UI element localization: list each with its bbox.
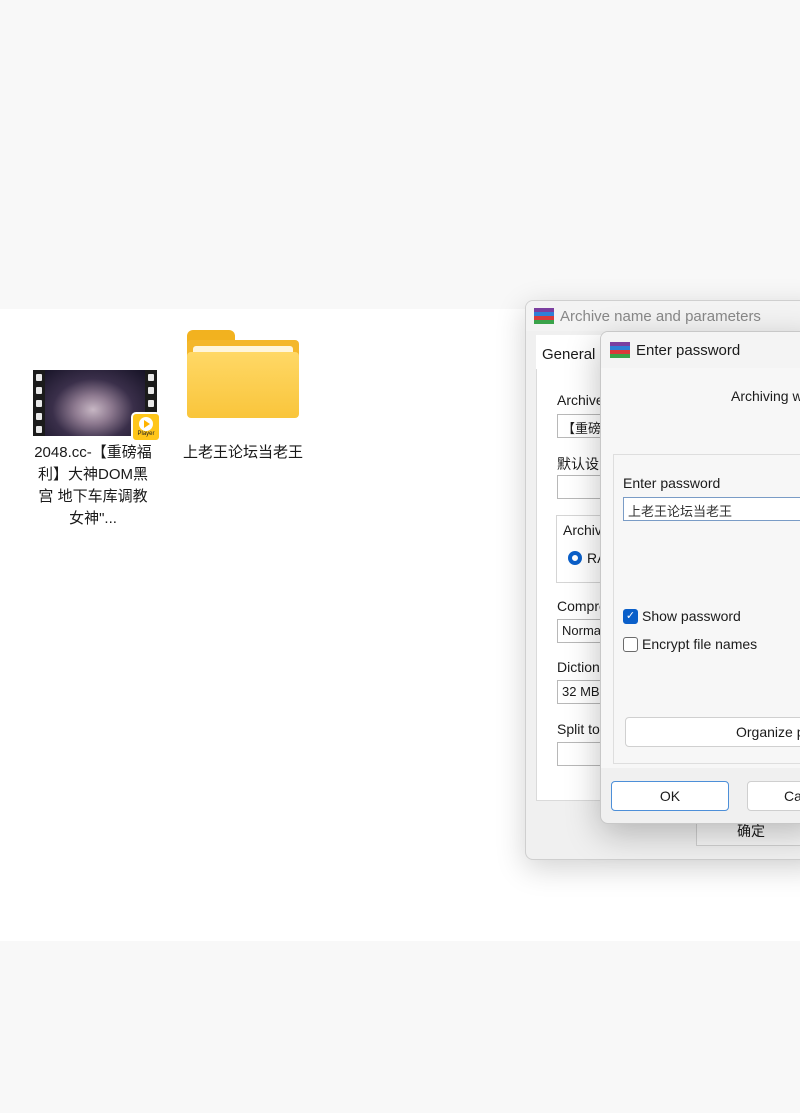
dialog-titlebar: Archive name and parameters: [526, 301, 800, 331]
dialog-title: Archive name and parameters: [560, 307, 761, 325]
cancel-button[interactable]: Ca: [747, 781, 800, 811]
winrar-icon: [534, 308, 554, 324]
video-thumbnail: [45, 370, 145, 436]
winrar-icon: [610, 342, 630, 358]
play-icon: [139, 416, 153, 431]
desktop-item-label: 上老王论坛当老王: [183, 444, 304, 461]
password-input[interactable]: 上老王论坛当老王: [623, 497, 800, 521]
password-label: Enter password: [623, 475, 721, 491]
archive-format-label: Archiv: [563, 522, 602, 538]
desktop-item-video[interactable]: Player 2048.cc-【重磅福利】大神DOM黑宫 地下车库调教女神"..…: [33, 370, 161, 530]
show-password-label: Show password: [642, 608, 741, 624]
video-file-icon: Player: [33, 370, 161, 442]
archive-name-label: Archive: [557, 392, 604, 408]
organize-passwords-button[interactable]: Organize p: [625, 717, 800, 747]
show-password-checkbox[interactable]: ✓: [623, 609, 638, 624]
folder-icon: [187, 330, 299, 418]
encrypt-file-names-checkbox[interactable]: [623, 637, 638, 652]
dialog-title: Enter password: [636, 341, 741, 359]
archiving-text: Archiving w: [731, 388, 800, 404]
desktop-item-folder[interactable]: 上老王论坛当老王: [183, 330, 303, 464]
player-badge-icon: Player: [131, 412, 161, 442]
desktop-item-label: 2048.cc-【重磅福利】大神DOM黑宫 地下车库调教女神"...: [34, 444, 152, 527]
encrypt-file-names-label: Encrypt file names: [642, 636, 758, 652]
ok-button[interactable]: OK: [611, 781, 729, 811]
tab-general[interactable]: General: [536, 335, 606, 369]
password-dialog: Enter password Archiving w Enter passwor…: [600, 331, 800, 824]
rar-radio[interactable]: [568, 551, 582, 565]
split-label: Split to: [557, 721, 600, 737]
profile-label: 默认设: [557, 456, 599, 472]
dialog-titlebar: Enter password: [601, 332, 800, 368]
